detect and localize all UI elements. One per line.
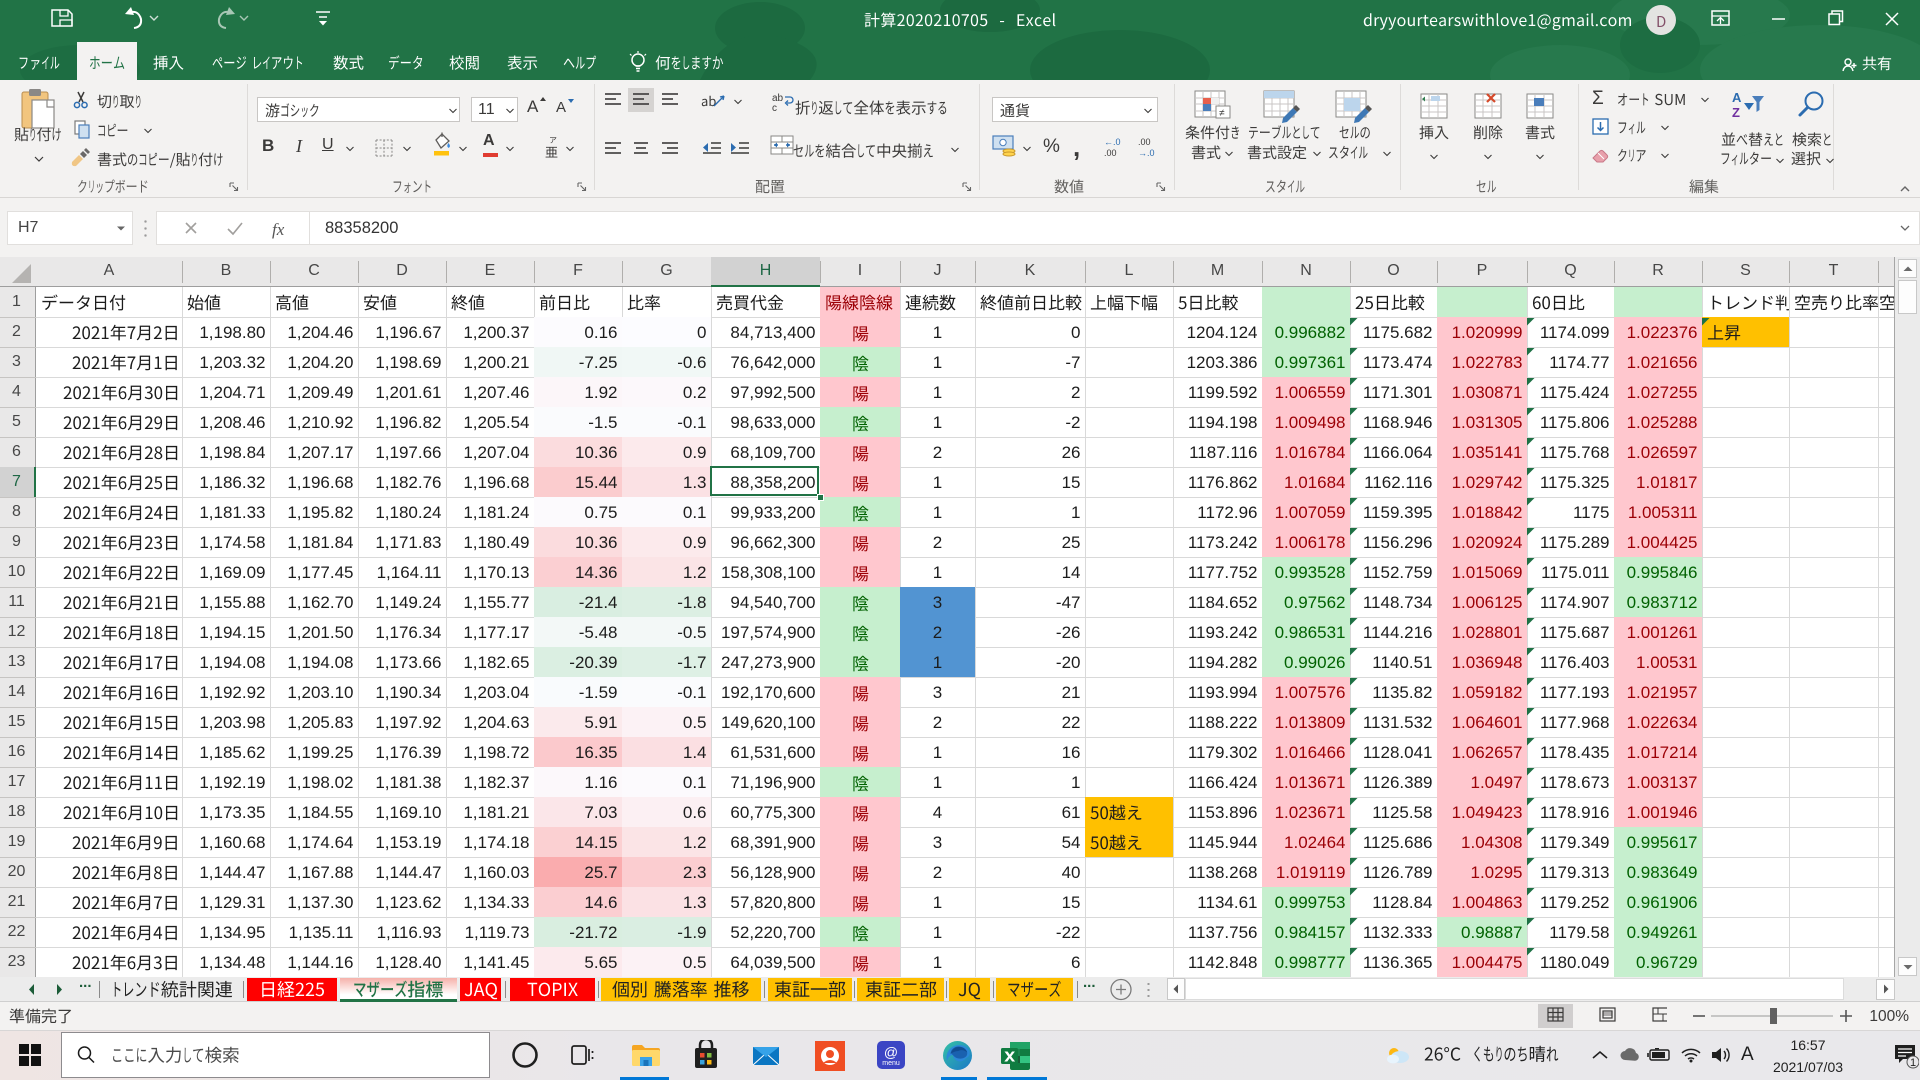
svg-text:A: A [1732,90,1742,105]
svg-text:→.0: →.0 [1138,148,1155,158]
svg-text:.00: .00 [1104,148,1117,158]
svg-text:menu: menu [882,1060,900,1067]
svg-text:.00: .00 [1138,137,1151,147]
svg-text:@: @ [884,1044,898,1060]
svg-text:fx: fx [272,220,285,239]
svg-text:c: c [772,103,777,112]
svg-text:≠: ≠ [1219,108,1225,119]
svg-text:←.0: ←.0 [1104,137,1121,147]
svg-text:Z: Z [1732,105,1740,120]
svg-text:1: 1 [1910,1057,1916,1069]
